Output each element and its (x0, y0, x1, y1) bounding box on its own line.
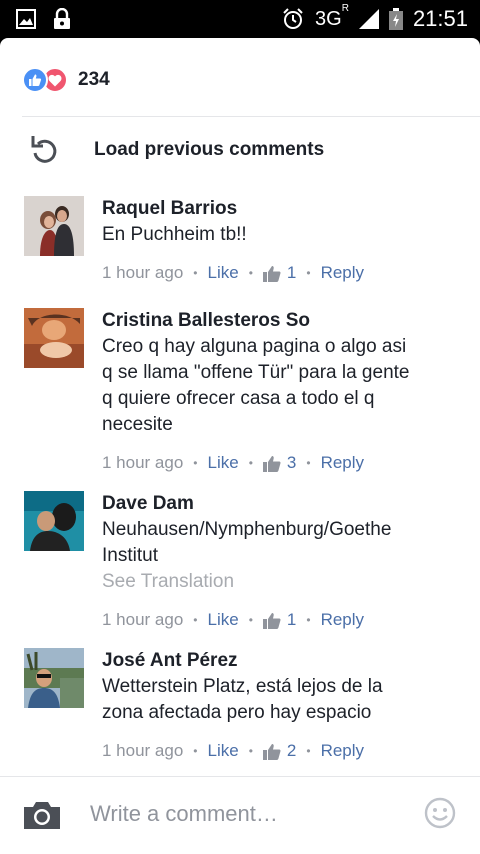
see-translation-link[interactable]: See Translation (102, 569, 454, 595)
divider (22, 116, 480, 117)
comment-item: Dave Dam Neuhausen/Nymphenburg/Goethe In… (24, 491, 464, 641)
comment-text-line: q se llama "offene Tür" para la gente (102, 362, 410, 383)
like-count[interactable]: 1 (262, 610, 296, 630)
load-previous-label: Load previous comments (94, 139, 325, 160)
comment-time: 1 hour ago (102, 610, 184, 629)
separator-dot: • (248, 613, 253, 627)
separator-dot: • (248, 266, 253, 280)
reply-button[interactable]: Reply (321, 610, 364, 630)
avatar[interactable] (24, 491, 84, 551)
separator-dot: • (306, 456, 311, 470)
like-count[interactable]: 3 (262, 453, 296, 473)
comment-text-line: zona afectada pero hay espacio (102, 702, 372, 723)
reply-button[interactable]: Reply (321, 453, 364, 473)
comment-author[interactable]: José Ant Pérez (102, 648, 454, 674)
emoji-icon[interactable] (424, 797, 456, 829)
separator-dot: • (306, 613, 311, 627)
thumbs-up-icon (262, 743, 281, 760)
thumbs-up-icon (262, 265, 281, 282)
signal-icon (358, 9, 379, 29)
separator-dot: • (248, 744, 253, 758)
separator-dot: • (306, 266, 311, 280)
refresh-icon (31, 136, 57, 163)
alarm-icon (283, 8, 303, 29)
separator-dot: • (193, 456, 198, 470)
comment-item: Raquel Barrios En Puchheim tb!! 1 hour a… (24, 196, 464, 296)
reply-button[interactable]: Reply (321, 741, 364, 761)
thumbs-up-icon (262, 455, 281, 472)
comment-time: 1 hour ago (102, 453, 184, 472)
comment-item: José Ant Pérez Wetterstein Platz, está l… (24, 648, 464, 772)
comment-actions: 1 hour ago • Like • 1 • Reply (102, 609, 454, 631)
separator-dot: • (193, 613, 198, 627)
like-button[interactable]: Like (208, 741, 239, 761)
comment-author[interactable]: Dave Dam (102, 491, 454, 517)
gallery-notification-icon (16, 9, 36, 29)
like-button[interactable]: Like (208, 263, 239, 283)
reaction-count: 234 (78, 69, 110, 90)
comment-author[interactable]: Cristina Ballesteros So (102, 308, 454, 334)
camera-icon[interactable] (22, 799, 62, 831)
battery-charging-icon (388, 8, 403, 30)
like-button[interactable]: Like (208, 610, 239, 630)
avatar[interactable] (24, 648, 84, 708)
status-bar: 3GR 21:51 (0, 0, 480, 38)
comment-text-line: necesite (102, 414, 173, 435)
comment-time: 1 hour ago (102, 263, 184, 282)
reply-button[interactable]: Reply (321, 263, 364, 283)
comment-text-line: Neuhausen/Nymphenburg/Goethe (102, 519, 392, 540)
load-previous-comments-button[interactable]: Load previous comments (30, 134, 324, 166)
comments-sheet: 234 Load previous comments Raquel Barrio… (0, 38, 480, 854)
comment-author[interactable]: Raquel Barrios (102, 196, 454, 222)
comment-text-line: q quiere ofrecer casa a todo el q (102, 388, 375, 409)
avatar[interactable] (24, 308, 84, 368)
separator-dot: • (306, 744, 311, 758)
reactions-summary[interactable]: 234 (22, 66, 110, 94)
thumbs-up-icon (262, 612, 281, 629)
comment-item: Cristina Ballesteros So Creo q hay algun… (24, 308, 464, 478)
separator-dot: • (193, 744, 198, 758)
comment-actions: 1 hour ago • Like • 3 • Reply (102, 452, 454, 474)
clock: 21:51 (412, 6, 468, 31)
comment-composer (0, 776, 480, 854)
comment-actions: 1 hour ago • Like • 2 • Reply (102, 740, 454, 762)
separator-dot: • (248, 456, 253, 470)
like-count[interactable]: 1 (262, 263, 296, 283)
network-type: 3GR (315, 2, 349, 30)
comment-text-line: Institut (102, 545, 158, 566)
comment-text-line: Wetterstein Platz, está lejos de la (102, 676, 383, 697)
lock-notification-icon (54, 8, 70, 29)
avatar[interactable] (24, 196, 84, 256)
like-count[interactable]: 2 (262, 741, 296, 761)
like-button[interactable]: Like (208, 453, 239, 473)
comment-text: En Puchheim tb!! (102, 224, 247, 245)
like-reaction-icon (22, 67, 48, 93)
comment-time: 1 hour ago (102, 741, 184, 760)
separator-dot: • (193, 266, 198, 280)
comment-actions: 1 hour ago • Like • 1 • Reply (102, 262, 454, 284)
comment-input[interactable] (90, 799, 390, 829)
comment-text-line: Creo q hay alguna pagina o algo asi (102, 336, 407, 357)
